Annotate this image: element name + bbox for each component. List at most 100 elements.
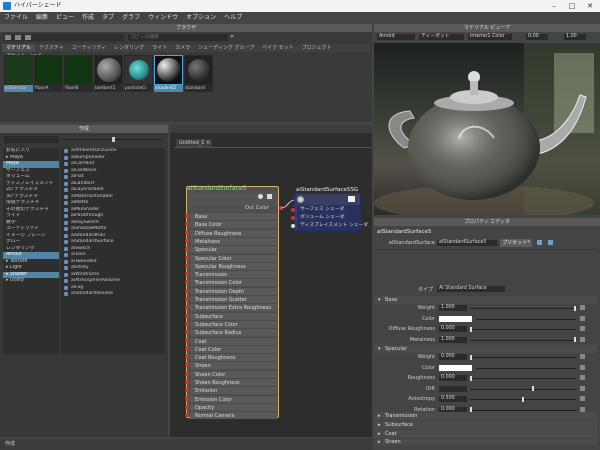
browser-search-input[interactable] <box>128 34 228 41</box>
input-port[interactable] <box>185 396 189 401</box>
input-port[interactable] <box>185 263 189 268</box>
map-button-icon[interactable] <box>580 336 585 342</box>
menu-options[interactable]: オプション <box>182 12 220 23</box>
slider-handle[interactable] <box>470 375 472 381</box>
section-specular[interactable]: Specular <box>375 345 597 353</box>
slider-handle[interactable] <box>574 305 576 311</box>
maximize-button[interactable]: □ <box>563 0 581 12</box>
map-button-icon[interactable] <box>580 354 585 359</box>
section-sheen[interactable]: Sheen <box>375 439 597 445</box>
color-swatch[interactable] <box>439 315 472 322</box>
sg-port[interactable] <box>291 224 295 228</box>
menu-graph[interactable]: グラフ <box>118 12 144 23</box>
section-base[interactable]: Base <box>375 296 597 304</box>
shader-attr[interactable]: Specular <box>190 245 277 254</box>
shader-attr[interactable]: Normal Camera <box>190 411 277 420</box>
shader-attr[interactable]: Transmission Depth <box>190 286 277 295</box>
preset-button[interactable]: プリセット* <box>500 239 532 247</box>
shader-attr[interactable]: Coat <box>190 336 277 345</box>
map-button-icon[interactable] <box>580 375 585 380</box>
tab-bake-sets[interactable]: ベイク セット <box>258 44 298 52</box>
node-type-item[interactable]: aiStandardVolume <box>61 291 165 298</box>
prop-slider[interactable] <box>476 318 576 320</box>
shader-attr[interactable]: Subsurface Color <box>190 319 277 328</box>
slider-handle[interactable] <box>574 337 576 342</box>
sg-port[interactable] <box>291 208 295 212</box>
icon-size-slider[interactable] <box>62 137 162 142</box>
tab-projects[interactable]: プロジェクト <box>298 44 336 52</box>
map-button-icon[interactable] <box>580 396 585 401</box>
shader-attr[interactable]: Sheen Color <box>190 369 277 378</box>
material-swatch[interactable] <box>94 55 123 85</box>
node-name-field[interactable]: aiStandardSurface5 <box>437 240 497 246</box>
menu-window[interactable]: ウィンドウ <box>144 12 182 23</box>
prop-slider[interactable] <box>470 388 576 390</box>
input-port[interactable] <box>185 380 189 384</box>
shader-attr[interactable]: Metalness <box>190 236 277 245</box>
shader-attr[interactable]: Specular Color <box>190 253 277 262</box>
prop-value-field[interactable]: 0.000 <box>439 354 467 360</box>
map-button-icon[interactable] <box>580 385 585 391</box>
grid-view-icon[interactable] <box>5 35 11 40</box>
close-button[interactable]: ✕ <box>581 0 599 12</box>
exposure-field[interactable]: 0.00 <box>526 34 548 40</box>
material-swatch[interactable] <box>4 55 33 85</box>
sg-port[interactable] <box>291 216 295 220</box>
slider-handle[interactable] <box>522 396 524 402</box>
shader-attr[interactable]: Base Color <box>190 220 277 229</box>
link-icon[interactable] <box>548 240 553 245</box>
shader-attr[interactable]: Emission Color <box>190 394 277 403</box>
menu-edit[interactable]: 編集 <box>32 12 52 23</box>
input-port[interactable] <box>185 321 189 326</box>
map-button-icon[interactable] <box>580 406 585 412</box>
shader-attr[interactable]: Coat Color <box>190 344 277 353</box>
tab-rendering[interactable]: レンダリング <box>110 44 148 52</box>
sort-icon[interactable] <box>24 35 31 40</box>
focus-icon[interactable] <box>537 240 542 245</box>
shader-attr[interactable]: Emission <box>190 386 277 395</box>
input-port[interactable] <box>185 255 189 260</box>
create-search-input[interactable] <box>4 136 59 143</box>
input-port[interactable] <box>185 238 189 243</box>
prop-slider[interactable] <box>470 329 576 330</box>
search-clear-icon[interactable]: ✕ <box>230 34 234 40</box>
map-button-icon[interactable] <box>580 326 585 331</box>
prop-slider[interactable] <box>470 409 576 411</box>
menu-help[interactable]: ヘルプ <box>220 12 246 23</box>
node-swatch-icon[interactable] <box>258 194 263 199</box>
material-swatch[interactable] <box>184 55 213 85</box>
prop-value-field[interactable]: 1.000 <box>439 305 467 311</box>
shader-attr[interactable]: Sheen <box>190 361 277 370</box>
tab-shading-groups[interactable]: シェーディング グループ <box>194 44 258 52</box>
material-swatch[interactable] <box>64 55 93 85</box>
prop-slider[interactable] <box>470 308 576 309</box>
prop-value-field[interactable]: 1.000 <box>439 336 467 343</box>
material-swatch[interactable] <box>124 55 153 85</box>
prop-value-field[interactable] <box>439 385 467 392</box>
tab-cameras[interactable]: カメラ <box>171 44 194 52</box>
map-button-icon[interactable] <box>580 305 585 310</box>
type-dropdown[interactable]: Ai Standard Surface <box>437 286 505 292</box>
material-viewer[interactable] <box>374 43 600 215</box>
minimize-button[interactable]: – <box>545 0 563 12</box>
prop-value-field[interactable]: 0.500 <box>439 396 467 402</box>
shader-attr[interactable]: Transmission <box>190 270 277 279</box>
shader-attr[interactable]: Coat Roughness <box>190 353 277 362</box>
prop-slider[interactable] <box>470 378 576 379</box>
shader-attr[interactable]: Subsurface <box>190 311 277 320</box>
shader-attr[interactable]: Sheen Roughness <box>190 378 277 386</box>
sg-expand-icon[interactable] <box>348 196 355 202</box>
input-port[interactable] <box>185 346 189 351</box>
graph-tab[interactable]: Untitled_1 ✕ <box>176 139 212 147</box>
slider-handle[interactable] <box>470 326 472 332</box>
gamma-field[interactable]: 1.00 <box>564 34 586 40</box>
input-port[interactable] <box>185 297 189 301</box>
slider-handle[interactable] <box>532 386 535 391</box>
input-port[interactable] <box>185 404 189 409</box>
menu-tabs[interactable]: タブ <box>98 12 118 23</box>
input-port[interactable] <box>185 288 189 293</box>
prop-value-field[interactable]: 0.000 <box>439 375 467 381</box>
shader-attr[interactable]: Diffuse Roughness <box>190 228 277 237</box>
section-transmission[interactable]: Transmission <box>375 412 597 420</box>
input-port[interactable] <box>185 313 189 318</box>
